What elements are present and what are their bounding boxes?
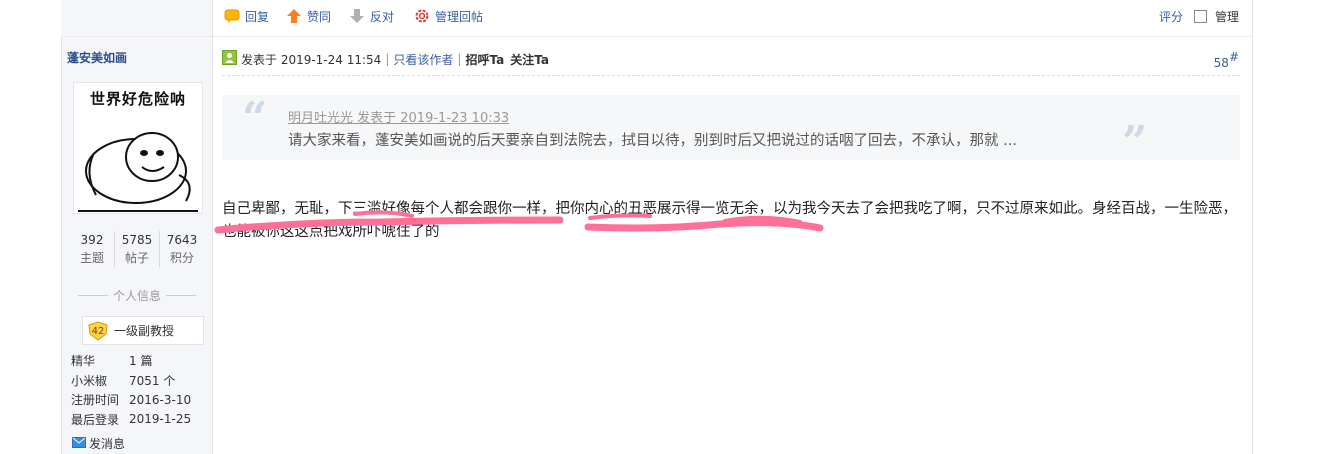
send-message-label: 发消息: [89, 437, 126, 451]
post-meta: 发表于 2019-1-24 11:54 | 只看该作者 | 招呼Ta 关注Ta: [222, 48, 1240, 70]
floor-value: 58: [1213, 56, 1229, 70]
only-author-link[interactable]: 只看该作者: [393, 51, 453, 68]
info-value: 1 篇: [129, 354, 153, 369]
follow-link[interactable]: 关注Ta: [510, 51, 549, 68]
info-value: 7051 个: [129, 373, 176, 388]
floor-mark: #: [1228, 50, 1239, 64]
post-content: 自己卑鄙，无耻，下三滥好像每个人都会跟你一样，把你内心的丑恶展示得一览无余，以为…: [222, 201, 1237, 240]
stat-value: 392: [80, 233, 104, 247]
info-row: 注册时间 2016-3-10: [71, 390, 191, 410]
stat-label: 主题: [79, 251, 104, 265]
online-status-icon: [222, 50, 237, 68]
info-value: 2016-3-10: [129, 392, 192, 407]
separator: |: [457, 52, 462, 66]
open-quote-icon: “: [242, 93, 268, 144]
manage-toggle[interactable]: 管理: [1194, 7, 1239, 25]
post-time: 发表于 2019-1-24 11:54: [241, 52, 382, 67]
stat-value: 5785: [121, 233, 153, 247]
rank-level: 42: [92, 326, 105, 337]
speech-bubble-icon: [224, 8, 240, 24]
author-name[interactable]: 蓬安美如画: [67, 49, 127, 66]
stat-value: 7643: [166, 233, 198, 247]
action-bar-left-column: [61, 0, 213, 36]
level-shield-icon: 42: [87, 320, 109, 341]
rank-badge: 42 一级副教授: [82, 316, 204, 345]
info-row: 精华 1 篇: [71, 351, 191, 371]
greet-link[interactable]: 招呼Ta: [465, 51, 504, 68]
quote-header[interactable]: 明月吐光光 发表于 2019-1-23 10:33: [288, 107, 509, 126]
info-row: 最后登录 2019-1-25: [71, 410, 191, 430]
info-key: 最后登录: [71, 412, 120, 427]
rank-title: 一级副教授: [114, 324, 175, 338]
rate-link[interactable]: 评分: [1159, 7, 1183, 25]
info-value: 2019-1-25: [129, 412, 192, 427]
stat-label: 积分: [169, 251, 194, 265]
gear-icon: [414, 8, 430, 24]
author-sidebar: 蓬安美如画 世界好危险呐 392 主题 5785 帖子 7643 积分 个人信息: [62, 37, 213, 454]
like-label: 赞同: [307, 9, 332, 24]
oppose-button[interactable]: 反对: [349, 7, 394, 25]
info-key: 精华: [71, 354, 96, 369]
floor-number[interactable]: 58#: [1214, 50, 1239, 70]
avatar[interactable]: 世界好危险呐: [73, 82, 203, 214]
envelope-icon: [72, 436, 86, 451]
separator: |: [385, 52, 390, 66]
stat-label: 帖子: [124, 251, 149, 265]
manage-reply-button[interactable]: 管理回帖: [414, 7, 483, 25]
reply-label: 回复: [245, 9, 270, 24]
arrow-down-icon: [349, 8, 365, 24]
send-message-link[interactable]: 发消息: [72, 435, 125, 452]
close-quote-icon: ”: [1122, 117, 1148, 168]
stat-posts[interactable]: 5785 帖子: [115, 231, 160, 267]
arrow-up-icon: [286, 8, 302, 24]
quote-block: “ 明月吐光光 发表于 2019-1-23 10:33 请大家来看，蓬安美如画说…: [222, 93, 1240, 165]
author-info-list: 精华 1 篇 小米椒 7051 个 注册时间 2016-3-10 最后登录 2019-1…: [71, 351, 191, 429]
header-divider: [222, 75, 1240, 76]
manage-reply-label: 管理回帖: [435, 9, 484, 24]
quote-text: 请大家来看，蓬安美如画说的后天要亲自到法院去，拭目以待，别到时后又把说过的话咽了…: [288, 133, 1017, 149]
like-button[interactable]: 赞同: [286, 7, 331, 25]
reply-button[interactable]: 回复: [224, 7, 269, 25]
info-key: 小米椒: [71, 373, 108, 388]
stat-points[interactable]: 7643 积分: [160, 231, 204, 267]
oppose-label: 反对: [370, 9, 395, 24]
stat-topics[interactable]: 392 主题: [70, 231, 115, 267]
info-row: 小米椒 7051 个: [71, 371, 191, 391]
info-key: 注册时间: [71, 393, 120, 408]
manage-label: 管理: [1215, 9, 1240, 24]
manage-checkbox[interactable]: [1194, 9, 1207, 23]
author-stats: 392 主题 5785 帖子 7643 积分: [70, 231, 204, 267]
personal-info-title: 个人信息: [70, 287, 204, 304]
